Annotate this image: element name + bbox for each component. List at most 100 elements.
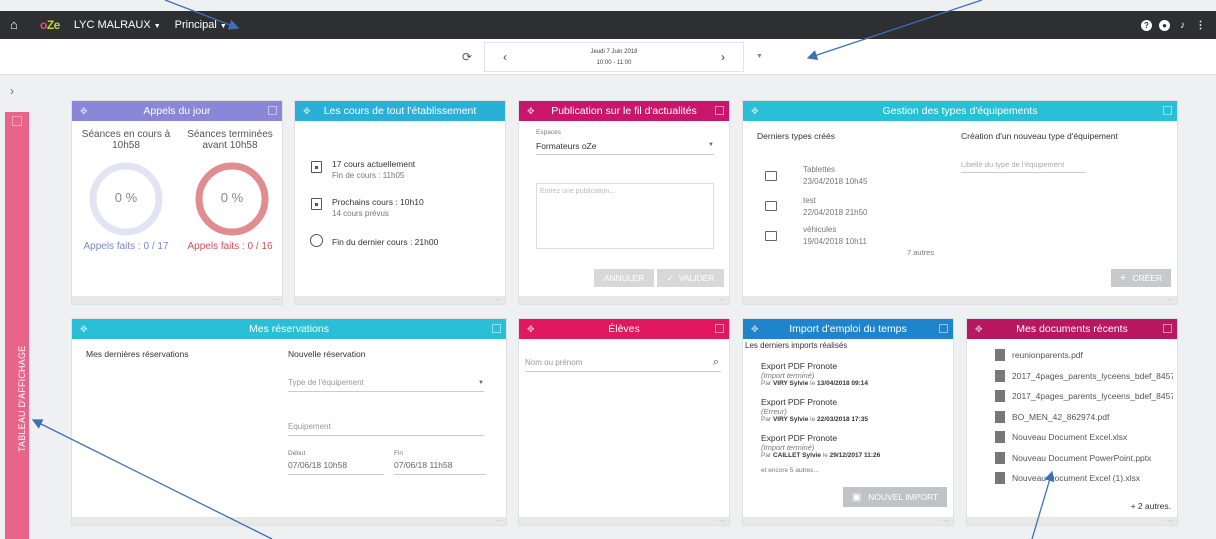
settings-icon[interactable]: ✥	[751, 324, 759, 335]
fullscreen-icon[interactable]	[715, 106, 724, 115]
plus-icon: +	[1119, 272, 1127, 284]
create-button[interactable]: + CRÉER	[1111, 269, 1171, 287]
file-icon	[995, 472, 1005, 484]
next-icon[interactable]: ›	[721, 50, 725, 64]
device-icon	[765, 171, 777, 181]
import-author-line: Par CAILLET Sylvie le 29/12/2017 11:26	[761, 452, 881, 459]
panel-title: Élèves	[608, 323, 640, 335]
start-date-input[interactable]: 07/06/18 10h58	[288, 460, 384, 475]
fullscreen-icon[interactable]	[1163, 324, 1172, 333]
en-cours-count[interactable]: Appels faits : 0 / 17	[76, 241, 176, 252]
import-status: (Import terminé)	[761, 371, 815, 380]
search-icon[interactable]: ⌕	[713, 356, 719, 369]
document-item[interactable]: BO_MEN_42_862974.pdf	[995, 410, 1173, 425]
equipment-input[interactable]: Equipement	[288, 421, 484, 436]
panel-title: Publication sur le fil d'actualités	[551, 105, 697, 117]
start-label: Début	[288, 450, 306, 457]
en-cours-percent: 0 %	[114, 190, 138, 205]
document-name: 2017_4pages_parents_lyceens_bdef_845793	[1012, 391, 1173, 401]
document-item[interactable]: reunionparents.pdf	[995, 349, 1173, 363]
settings-icon[interactable]: ✥	[80, 324, 88, 335]
panel-title: Mes documents récents	[1016, 323, 1128, 335]
fullscreen-icon[interactable]	[1163, 106, 1172, 115]
chevron-down-icon[interactable]: ▼	[756, 53, 763, 60]
apps-icon[interactable]: ⋮	[1195, 20, 1206, 31]
new-import-label: NOUVEL IMPORT	[868, 492, 939, 502]
document-item[interactable]: Nouveau Document PowerPoint.pptx	[995, 451, 1173, 466]
calendar-icon	[311, 198, 322, 210]
import-author-line: Par VIRY Sylvie le 22/03/2018 17:35	[761, 416, 869, 423]
cours-item-main: Fin du dernier cours : 21h00	[332, 237, 439, 247]
espaces-label: Espaces	[536, 129, 561, 136]
document-item[interactable]: 2017_4pages_parents_lyceens_bdef_845793	[995, 390, 1173, 404]
user-icon[interactable]: ●	[1159, 19, 1170, 31]
panel-title: Import d'emploi du temps	[789, 323, 907, 335]
panel-header: ✥ Mes réservations	[72, 319, 506, 339]
document-item[interactable]: 2017_4pages_parents_lyceens_bdef_845793	[995, 369, 1173, 384]
settings-icon[interactable]: ✥	[527, 106, 535, 117]
new-type-input[interactable]: Libellé du type de l'équipement	[961, 159, 1086, 173]
reservations-panel: ✥ Mes réservations Mes dernières réserva…	[71, 318, 507, 526]
document-item[interactable]: Nouveau Document Excel.xlsx	[995, 431, 1173, 445]
panel-footer: ...	[72, 295, 282, 304]
fullscreen-icon[interactable]	[715, 324, 724, 333]
help-icon[interactable]: ?	[1141, 19, 1152, 31]
others-link[interactable]: 7 autres	[907, 248, 934, 257]
recent-reservations-title: Mes dernières réservations	[86, 349, 189, 359]
file-icon	[995, 369, 1005, 382]
cours-item-main: 17 cours actuellement	[332, 159, 416, 169]
profile-selector[interactable]: Principal ▼	[175, 19, 227, 31]
documents-panel: ✥ Mes documents récents reunionparents.p…	[966, 318, 1178, 526]
student-search-input[interactable]: Nom ou prénom ⌕	[525, 356, 721, 372]
fullscreen-icon[interactable]	[268, 106, 277, 115]
settings-icon[interactable]: ✥	[975, 324, 983, 335]
chevron-down-icon: ▼	[153, 23, 161, 30]
expand-sidebar-icon[interactable]: ›	[10, 84, 14, 98]
settings-icon[interactable]: ✥	[80, 106, 88, 117]
panel-title: Gestion des types d'équipements	[882, 105, 1038, 117]
more-imports-link[interactable]: et encore 5 autres...	[761, 467, 819, 474]
settings-icon[interactable]: ✥	[751, 106, 759, 117]
bell-icon[interactable]: ♪	[1177, 20, 1188, 31]
document-item[interactable]: Nouveau Document Excel (1).xlsx	[995, 472, 1173, 486]
espace-select[interactable]: Formateurs oZe ▼	[536, 141, 714, 155]
panel-footer: ...	[743, 516, 953, 525]
type-date: 23/04/2018 10h45	[803, 177, 868, 186]
expand-icon	[12, 116, 22, 126]
validate-label: VALIDER	[678, 273, 715, 283]
import-name: Export PDF Pronote	[761, 397, 838, 407]
validate-button[interactable]: ✓ VALIDER	[657, 269, 724, 287]
panel-footer: ...	[743, 295, 1177, 304]
import-author-line: Par VIRY Sylvie le 13/04/2018 09:14	[761, 380, 869, 387]
school-selector[interactable]: LYC MALRAUX ▼	[74, 19, 161, 31]
cancel-button[interactable]: ANNULER	[594, 269, 654, 287]
end-label: Fin	[394, 450, 404, 457]
refresh-icon[interactable]: ⟳	[462, 50, 476, 64]
panel-footer: ...	[967, 516, 1177, 525]
more-documents-link[interactable]: + 2 autres.	[1131, 501, 1171, 511]
publication-textarea[interactable]: Entrez une publication...	[536, 183, 714, 249]
end-date-input[interactable]: 07/06/18 11h58	[394, 460, 486, 475]
file-icon	[995, 349, 1005, 361]
new-import-button[interactable]: ▣ NOUVEL IMPORT	[843, 487, 947, 507]
create-label: CRÉER	[1132, 273, 1163, 283]
settings-icon[interactable]: ✥	[303, 106, 311, 117]
calendar-icon	[311, 161, 322, 173]
new-type-title: Création d'un nouveau type d'équipement	[961, 131, 1118, 141]
terminees-count[interactable]: Appels faits : 0 / 16	[178, 241, 282, 252]
device-icon	[765, 201, 777, 211]
terminees-percent: 0 %	[220, 190, 244, 205]
select-placeholder: Type de l'équipement	[288, 378, 364, 387]
tableau-affichage-tab[interactable]: TABLEAU D'AFFICHAGE	[5, 112, 29, 539]
fullscreen-icon[interactable]	[939, 324, 948, 333]
equipment-type-select[interactable]: Type de l'équipement ▼	[288, 377, 484, 392]
recent-types-title: Derniers types créés	[757, 131, 835, 141]
panel-header: ✥ Élèves	[519, 319, 729, 339]
panel-header: ✥ Gestion des types d'équipements	[743, 101, 1177, 121]
oze-logo[interactable]: oZe	[40, 18, 60, 32]
document-name: Nouveau Document PowerPoint.pptx	[1012, 452, 1152, 463]
top-bar: ⌂ oZe LYC MALRAUX ▼ Principal ▼ ? ● ♪ ⋮	[0, 11, 1216, 39]
fullscreen-icon[interactable]	[492, 324, 501, 333]
settings-icon[interactable]: ✥	[527, 324, 535, 335]
home-icon[interactable]: ⌂	[10, 18, 24, 32]
